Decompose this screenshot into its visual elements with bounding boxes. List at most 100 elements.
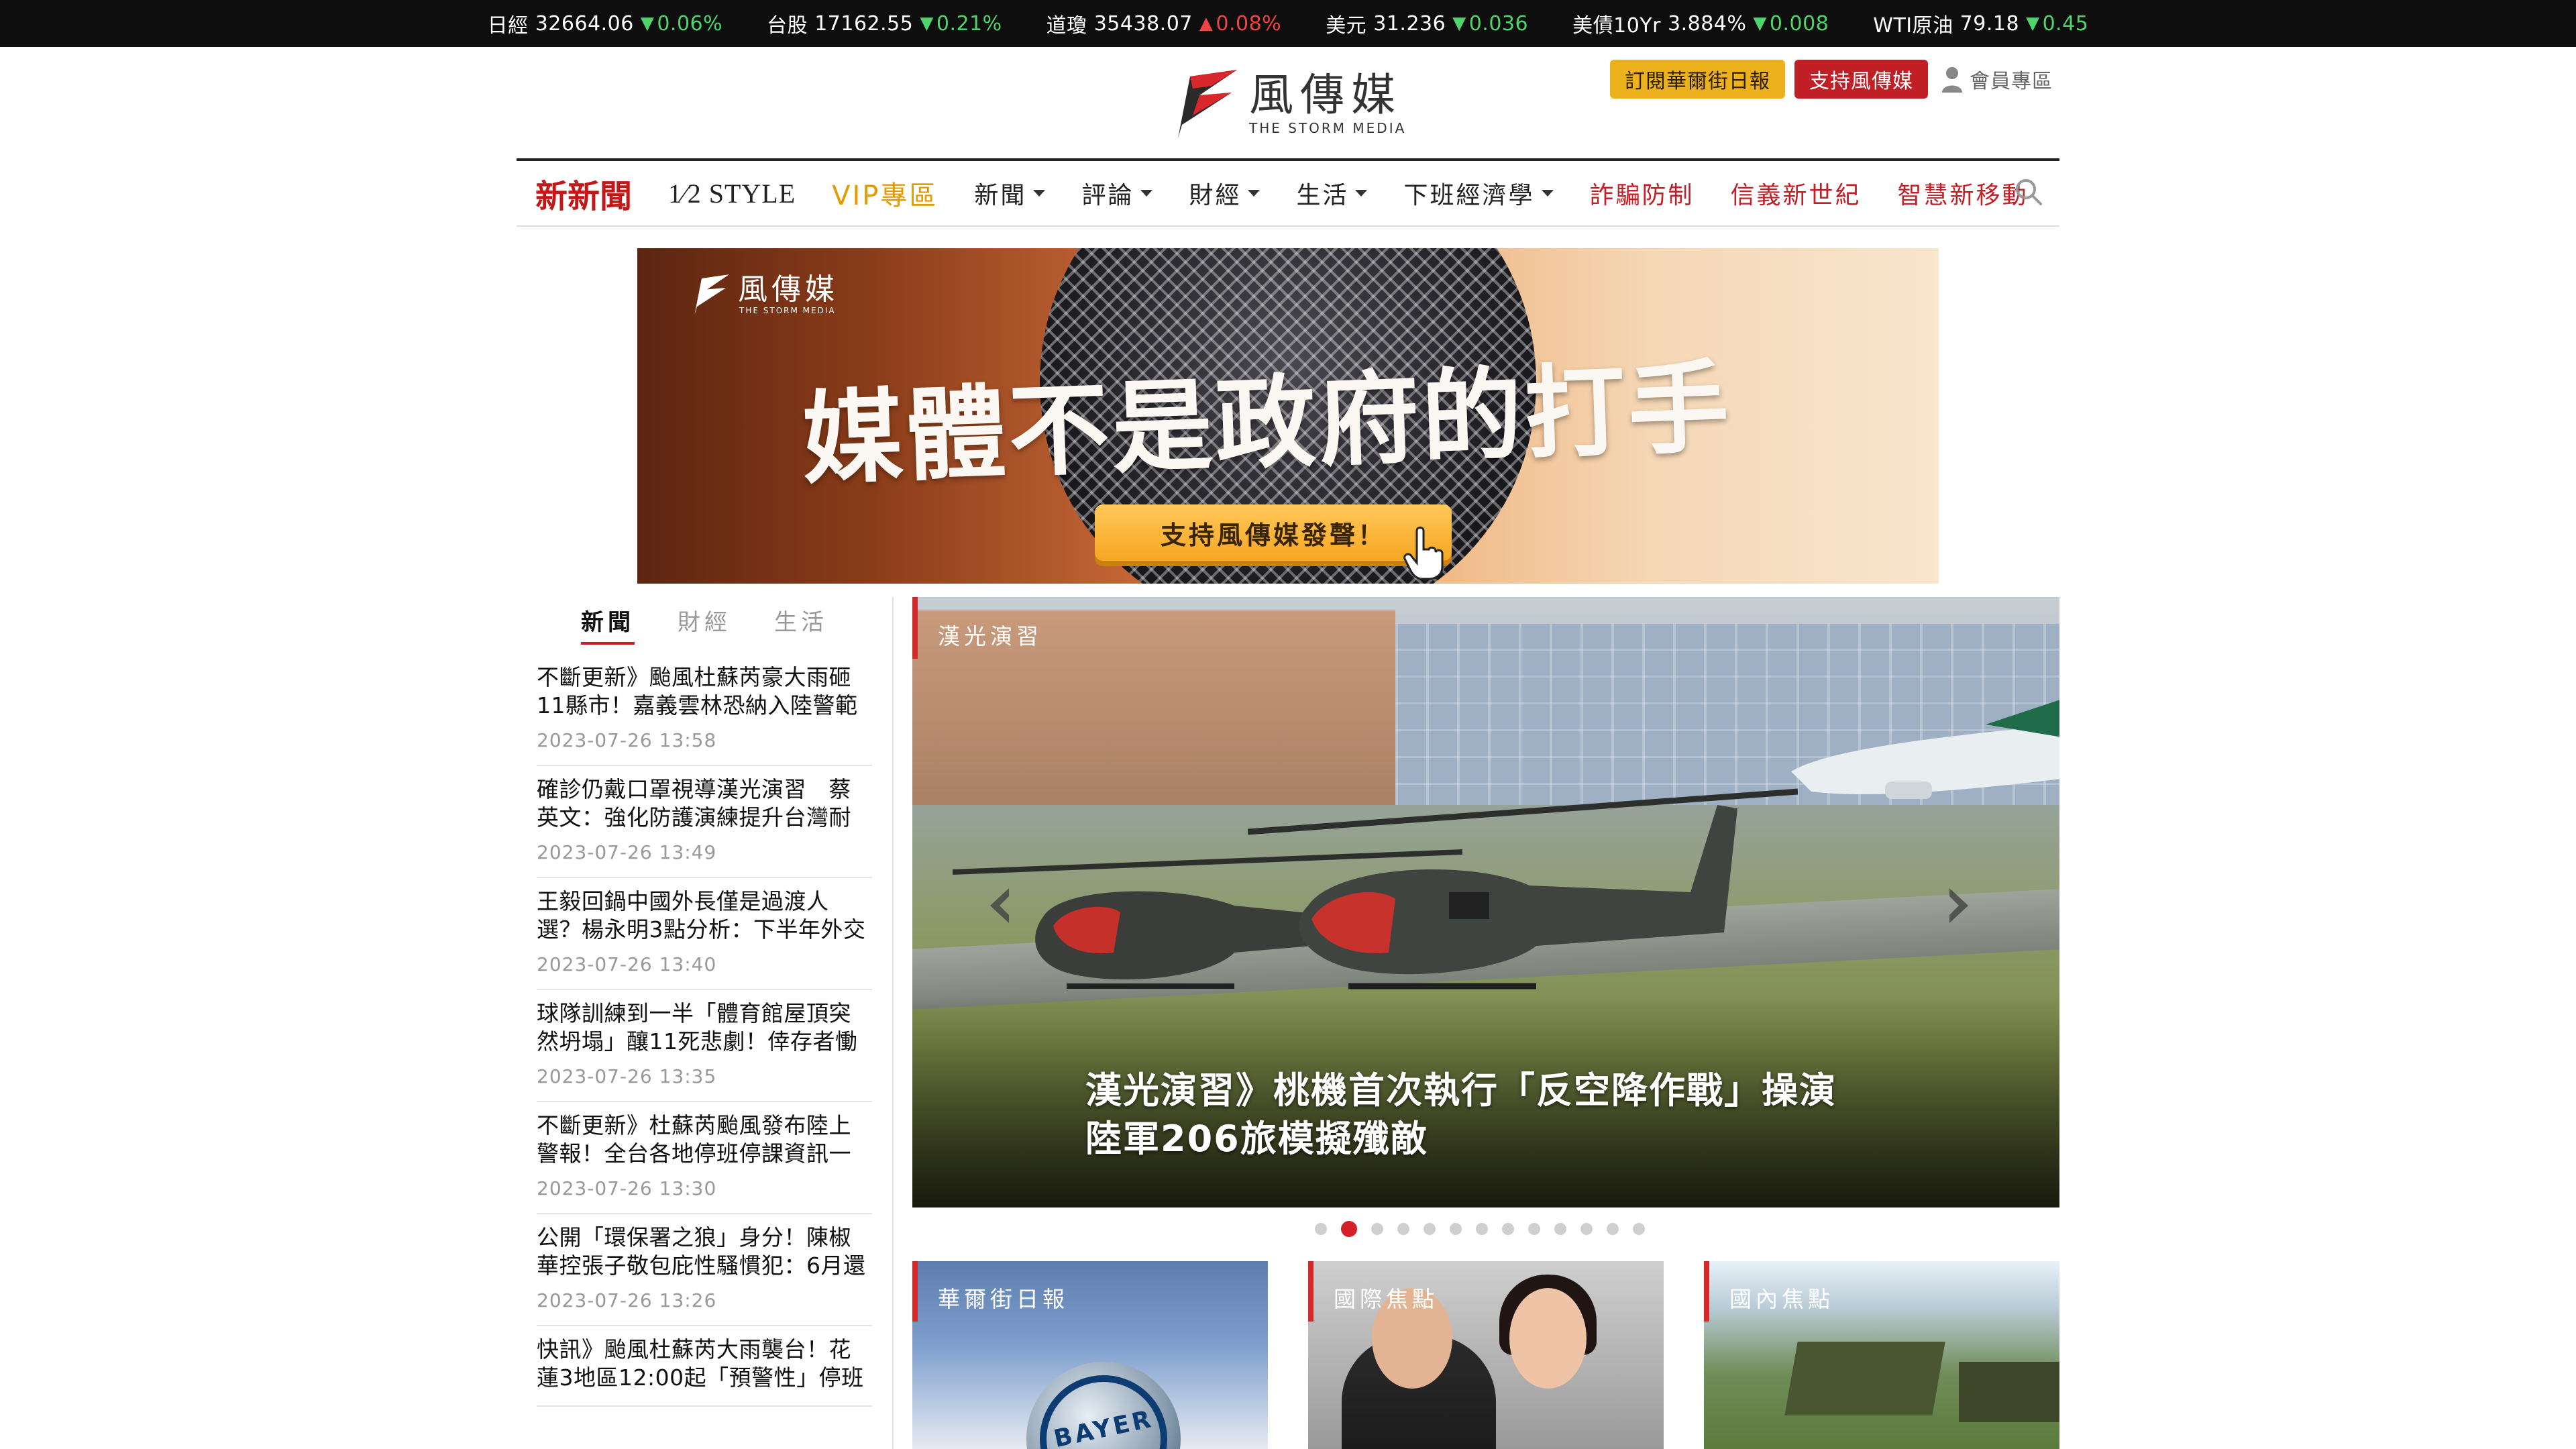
slider-dot[interactable] xyxy=(1633,1223,1645,1235)
slider-dot[interactable] xyxy=(1580,1223,1593,1235)
ticker-value: 32664.06 xyxy=(535,11,634,36)
ticker-item-taiex[interactable]: 台股 17162.55 ▼ 0.21% xyxy=(767,9,1002,38)
nav-opinion[interactable]: 評論 xyxy=(1081,176,1153,211)
ticker-change: 0.036 xyxy=(1468,11,1529,36)
card-international[interactable]: 國際焦點 xyxy=(1308,1261,1664,1449)
ticker-item-dow[interactable]: 道瓊 35438.07 ▲ 0.08% xyxy=(1046,9,1282,38)
tab-life[interactable]: 生活 xyxy=(774,604,828,645)
ticker-value: 31.236 xyxy=(1373,11,1446,36)
support-button[interactable]: 支持風傳媒 xyxy=(1794,60,1928,99)
slider-dot[interactable] xyxy=(1424,1223,1436,1235)
cargo-plane-image xyxy=(1791,700,2059,799)
list-item[interactable]: 王毅回鍋中國外長僅是過渡人選？楊永明3點分析：下半年外交 2023-07-26 … xyxy=(537,888,872,990)
caret-down-icon xyxy=(1541,190,1554,197)
down-arrow-icon: ▼ xyxy=(1753,13,1767,34)
news-time: 2023-07-26 13:49 xyxy=(537,841,717,863)
slider-dot-active[interactable] xyxy=(1341,1221,1357,1237)
list-item[interactable]: 球隊訓練到一半「體育館屋頂突然坍塌」釀11死悲劇！倖存者慟 2023-07-26… xyxy=(537,1000,872,1102)
news-title[interactable]: 公開「環保署之狼」身分！陳椒華控張子敬包庇性騷慣犯：6月還 xyxy=(537,1224,872,1280)
slider-dot[interactable] xyxy=(1371,1223,1383,1235)
news-time: 2023-07-26 13:35 xyxy=(537,1065,717,1087)
card-category-tag[interactable]: 國內焦點 xyxy=(1704,1261,1854,1322)
list-item[interactable]: 不斷更新》颱風杜蘇芮豪大雨砸11縣市！嘉義雲林恐納入陸警範 2023-07-26… xyxy=(537,663,872,766)
up-arrow-icon: ▲ xyxy=(1199,13,1214,34)
nav-half-style[interactable]: 1⁄2 STYLE xyxy=(668,178,796,209)
ticker-item-nikkei[interactable]: 日經 32664.06 ▼ 0.06% xyxy=(488,9,723,38)
ticker-value: 35438.07 xyxy=(1093,11,1193,36)
nav-news[interactable]: 新聞 xyxy=(974,176,1046,211)
card-category-tag[interactable]: 國際焦點 xyxy=(1308,1261,1458,1322)
slider-dot[interactable] xyxy=(1528,1223,1540,1235)
nav-finance[interactable]: 財經 xyxy=(1189,176,1260,211)
nav-vip[interactable]: VIP專區 xyxy=(832,174,938,213)
ticker-value: 79.18 xyxy=(1960,11,2020,36)
chevron-right-icon[interactable] xyxy=(1945,885,1972,926)
tab-finance[interactable]: 財經 xyxy=(678,604,731,645)
news-time: 2023-07-26 13:30 xyxy=(537,1177,717,1199)
news-title[interactable]: 不斷更新》颱風杜蘇芮豪大雨砸11縣市！嘉義雲林恐納入陸警範 xyxy=(537,663,872,720)
card-category-tag[interactable]: 華爾街日報 xyxy=(912,1261,1089,1322)
slider-dot[interactable] xyxy=(1315,1223,1327,1235)
helicopter-image xyxy=(1248,788,1798,989)
nav-label: 評論 xyxy=(1081,182,1134,209)
list-item[interactable]: 確診仍戴口罩視導漢光演習 蔡英文：強化防護演練提升台灣耐 2023-07-26 … xyxy=(537,775,872,878)
card-domestic[interactable]: 國內焦點 xyxy=(1704,1261,2059,1449)
caret-down-icon xyxy=(1140,190,1153,197)
list-item[interactable]: 不斷更新》杜蘇芮颱風發布陸上警報！全台各地停班停課資訊一 2023-07-26 … xyxy=(537,1112,872,1214)
support-banner[interactable]: 風傳媒 THE STORM MEDIA 媒體不是政府的打手 支持風傳媒發聲！ xyxy=(637,248,1939,584)
nav-fraud-prevention[interactable]: 詐騙防制 xyxy=(1590,176,1695,211)
ticker-item-us10y[interactable]: 美債10Yr 3.884% ▼ 0.008 xyxy=(1572,9,1829,38)
ticker-name: 日經 xyxy=(487,14,529,38)
nav-label: 生活 xyxy=(1296,182,1349,209)
caret-down-icon xyxy=(1248,190,1260,197)
caret-down-icon xyxy=(1355,190,1368,197)
nav-life[interactable]: 生活 xyxy=(1296,176,1368,211)
nav-after-work-econ[interactable]: 下班經濟學 xyxy=(1403,176,1554,211)
slider-dot[interactable] xyxy=(1450,1223,1462,1235)
site-logo[interactable]: 風傳媒 THE STORM MEDIA xyxy=(1173,67,1407,141)
caret-down-icon xyxy=(1033,190,1046,197)
nav-label: 新聞 xyxy=(974,182,1027,209)
slider-dot[interactable] xyxy=(1554,1223,1566,1235)
card-wsj[interactable]: BAYER 華爾街日報 xyxy=(912,1261,1268,1449)
list-item[interactable]: 公開「環保署之狼」身分！陳椒華控張子敬包庇性騷慣犯：6月還 2023-07-26… xyxy=(537,1224,872,1326)
nav-smart-mobility[interactable]: 智慧新移動 xyxy=(1898,176,2029,211)
pointer-hand-icon xyxy=(1403,527,1444,580)
search-icon[interactable] xyxy=(2014,177,2043,207)
market-ticker: 日經 32664.06 ▼ 0.06% 台股 17162.55 ▼ 0.21% 道瓊… xyxy=(0,0,2576,47)
ticker-name: 台股 xyxy=(767,14,808,38)
news-title[interactable]: 確診仍戴口罩視導漢光演習 蔡英文：強化防護演練提升台灣耐 xyxy=(537,775,872,832)
tab-news[interactable]: 新聞 xyxy=(581,604,635,645)
slider-dot[interactable] xyxy=(1476,1223,1488,1235)
news-title[interactable]: 不斷更新》杜蘇芮颱風發布陸上警報！全台各地停班停課資訊一 xyxy=(537,1112,872,1168)
subscribe-wsj-button[interactable]: 訂閱華爾街日報 xyxy=(1610,60,1785,99)
nav-xinyi-new-century[interactable]: 信義新世紀 xyxy=(1731,176,1862,211)
banner-logo-english: THE STORM MEDIA xyxy=(739,306,836,315)
chevron-left-icon[interactable] xyxy=(986,885,1013,926)
list-item[interactable]: 快訊》颱風杜蘇芮大雨襲台！花蓮3地區12:00起「預警性」停班 xyxy=(537,1336,872,1407)
person-image xyxy=(1509,1288,1587,1389)
ticker-item-usd[interactable]: 美元 31.236 ▼ 0.036 xyxy=(1326,9,1528,38)
ticker-value: 17162.55 xyxy=(814,11,914,36)
ticker-change: 0.21% xyxy=(936,11,1002,36)
slider-pagination xyxy=(1315,1221,1659,1237)
storm-logo-icon xyxy=(694,274,729,315)
banner-support-button[interactable]: 支持風傳媒發聲！ xyxy=(1095,504,1452,561)
nav-new-news[interactable]: 新新聞 xyxy=(535,170,632,217)
slider-dot[interactable] xyxy=(1397,1223,1409,1235)
ticker-value: 3.884% xyxy=(1668,11,1747,36)
hero-headline-line1: 漢光演習》桃機首次執行「反空降作戰」操演 xyxy=(1085,1069,1837,1112)
news-title[interactable]: 王毅回鍋中國外長僅是過渡人選？楊永明3點分析：下半年外交 xyxy=(537,888,872,944)
slider-dot[interactable] xyxy=(1607,1223,1619,1235)
hero-headline[interactable]: 漢光演習》桃機首次執行「反空降作戰」操演 陸軍206旅模擬殲敵 xyxy=(1085,1067,1957,1163)
hero-category-tag[interactable]: 漢光演習 xyxy=(912,597,1063,659)
ticker-name: 道瓊 xyxy=(1046,14,1087,38)
member-area-link[interactable]: 會員專區 xyxy=(1941,64,2053,94)
ticker-name: 美元 xyxy=(1326,14,1367,38)
news-title[interactable]: 球隊訓練到一半「體育館屋頂突然坍塌」釀11死悲劇！倖存者慟 xyxy=(537,1000,872,1056)
down-arrow-icon: ▼ xyxy=(1452,13,1466,34)
news-title[interactable]: 快訊》颱風杜蘇芮大雨襲台！花蓮3地區12:00起「預警性」停班 xyxy=(537,1336,872,1392)
ticker-item-wti[interactable]: WTI原油 79.18 ▼ 0.45 xyxy=(1873,9,2088,38)
slider-dot[interactable] xyxy=(1502,1223,1514,1235)
hero-slider[interactable]: 漢光演習 漢光演習》桃機首次執行「反空降作戰」操演 陸軍206旅模擬殲敵 xyxy=(912,597,2059,1208)
